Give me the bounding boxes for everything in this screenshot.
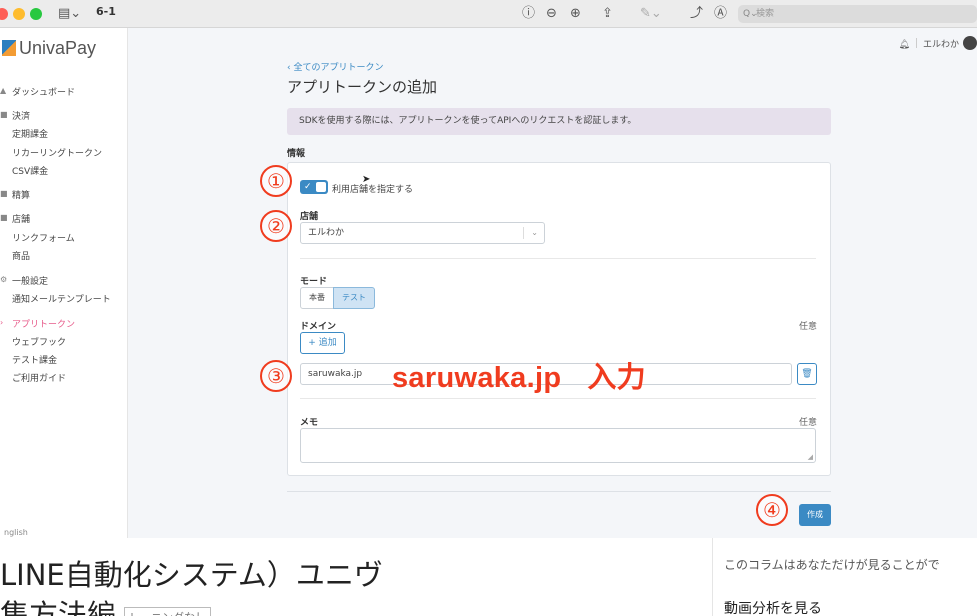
zoom-in-icon[interactable]: ⊕ <box>570 4 581 24</box>
logo: UnivaPay <box>2 38 96 59</box>
divider <box>300 398 816 399</box>
column-note: このコラムはあなただけが見ることがで <box>724 558 940 572</box>
sidebar-item-recurring-tokens[interactable]: リカーリングトークン <box>12 146 102 159</box>
sidebar-item-app-tokens[interactable]: アプリトークン <box>12 317 75 330</box>
share-icon[interactable]: ⇪ <box>602 4 613 24</box>
step-3-annotation: ③ <box>260 360 292 392</box>
store-icon: ■ <box>0 213 8 222</box>
store-label: 店舗 <box>300 212 319 222</box>
mode-option-live[interactable]: 本番 <box>300 287 334 309</box>
language-selector[interactable]: nglish <box>4 528 28 537</box>
overlay-action-text: 入力 <box>587 362 646 394</box>
page-title: アプリトークンの追加 <box>287 78 438 96</box>
divider <box>287 491 831 492</box>
store-select-value: エルわか <box>308 228 345 238</box>
store-toggle-label: 利用店舗を指定する <box>332 185 414 195</box>
bell-icon[interactable]: 🔔︎ <box>899 40 910 50</box>
avatar[interactable] <box>963 36 977 50</box>
app-token-icon: › <box>0 318 4 327</box>
store-select[interactable]: エルわか ⌄ <box>300 222 545 244</box>
delete-domain-button[interactable]: 🗑︎ <box>797 363 817 385</box>
sidebar-item-settlement[interactable]: 精算 <box>12 188 30 201</box>
dashboard-icon: ▲ <box>0 86 7 95</box>
step-2-annotation: ② <box>260 210 292 242</box>
article-area: LINE自動化システム）ユニヴ 集方法編レーニングなし このコラムはあなただけが… <box>0 538 977 616</box>
memo-textarea[interactable]: ◢ <box>300 428 816 463</box>
video-analysis-link[interactable]: 動画分析を見る <box>724 598 822 616</box>
chevron-down-icon: ⌄ <box>531 228 538 237</box>
memo-optional-label: 任意 <box>798 418 817 428</box>
create-button[interactable]: 作成 <box>799 504 831 526</box>
sidebar-item-dashboard[interactable]: ダッシュボード <box>12 85 75 98</box>
info-icon[interactable]: ⓘ <box>522 4 535 24</box>
divider <box>300 258 816 259</box>
logo-mark-icon <box>2 40 16 56</box>
sidebar-toggle-icon[interactable]: ▤⌄ <box>58 4 81 24</box>
rotate-icon[interactable]: ⤴ <box>690 4 703 24</box>
article-subtitle: 集方法編レーニングなし <box>0 592 212 616</box>
window-title: 6-1 <box>96 5 116 18</box>
sidebar-item-link-forms[interactable]: リンクフォーム <box>12 231 75 244</box>
sidebar-item-stores[interactable]: 店舗 <box>12 212 30 225</box>
domain-label: ドメイン <box>300 322 337 332</box>
sidebar-item-subscriptions[interactable]: 定期課金 <box>12 127 48 140</box>
info-banner: SDKを使用する際には、アプリトークンを使ってAPIへのリクエストを認証します。 <box>287 108 831 135</box>
step-4-annotation: ④ <box>756 494 788 526</box>
sidebar-item-user-guide[interactable]: ご利用ガイド <box>12 371 66 384</box>
status-badge: レーニングなし <box>124 607 212 616</box>
close-window-button[interactable] <box>0 8 8 20</box>
sidebar-item-webhooks[interactable]: ウェブフック <box>12 335 66 348</box>
divider <box>915 38 917 48</box>
overlay-domain-text: saruwaka.jp <box>392 362 562 394</box>
section-label-info: 情報 <box>287 149 306 159</box>
input-instruction-overlay: saruwaka.jp 入力 <box>392 354 646 396</box>
screen: ▤⌄ 6-1 ⓘ ⊖ ⊕ ⇪ ✎⌄ ⤴ Ⓐ Q⌄ 検索 UnivaPay ▲ ダ… <box>0 0 977 616</box>
sidebar-item-products[interactable]: 商品 <box>12 249 30 262</box>
mode-option-test[interactable]: テスト <box>333 287 375 309</box>
sidebar-item-payments[interactable]: 決済 <box>12 109 30 122</box>
mouse-cursor-icon: ➤ <box>362 174 371 185</box>
user-menu: 🔔︎ エルわか <box>899 36 977 50</box>
sidebar-item-csv-billing[interactable]: CSV課金 <box>12 164 48 177</box>
column-divider <box>712 538 713 616</box>
sidebar: UnivaPay ▲ ダッシュボード ■ 決済 定期課金 リカーリングトークン … <box>0 28 128 538</box>
app-area: UnivaPay ▲ ダッシュボード ■ 決済 定期課金 リカーリングトークン … <box>0 28 977 538</box>
sidebar-item-test-billing[interactable]: テスト課金 <box>12 353 57 366</box>
zoom-window-button[interactable] <box>30 8 42 20</box>
select-divider <box>523 227 524 239</box>
settings-icon: ⚙ <box>0 275 8 284</box>
search-field[interactable]: Q⌄ 検索 <box>738 5 977 23</box>
window-toolbar: ▤⌄ 6-1 ⓘ ⊖ ⊕ ⇪ ✎⌄ ⤴ Ⓐ Q⌄ 検索 <box>0 0 977 28</box>
annotate-icon[interactable]: Ⓐ <box>714 4 727 24</box>
add-domain-button[interactable]: + 追加 <box>300 332 345 354</box>
memo-label: メモ <box>300 418 319 428</box>
minimize-window-button[interactable] <box>13 8 25 20</box>
zoom-out-icon[interactable]: ⊖ <box>546 4 557 24</box>
trash-icon: 🗑︎ <box>801 369 813 379</box>
markup-icon[interactable]: ✎⌄ <box>640 4 662 24</box>
payment-icon: ■ <box>0 110 8 119</box>
check-icon: ✓ <box>304 182 312 192</box>
sidebar-item-email-templates[interactable]: 通知メールテンプレート <box>12 292 111 305</box>
breadcrumb[interactable]: ‹ 全てのアプリトークン <box>287 60 383 73</box>
settlement-icon: ■ <box>0 189 8 198</box>
resize-handle-icon[interactable]: ◢ <box>808 453 813 461</box>
article-title: LINE自動化システム）ユニヴ <box>0 558 383 592</box>
step-1-annotation: ① <box>260 165 292 197</box>
search-placeholder: 検索 <box>756 9 775 19</box>
mode-label: モード <box>300 277 328 287</box>
toggle-knob <box>316 182 326 192</box>
domain-optional-label: 任意 <box>798 322 817 332</box>
user-name[interactable]: エルわか <box>923 40 959 50</box>
store-toggle[interactable]: ✓ <box>300 180 328 194</box>
sidebar-item-general-settings[interactable]: 一般設定 <box>12 274 48 287</box>
search-icon: Q⌄ <box>743 9 758 19</box>
